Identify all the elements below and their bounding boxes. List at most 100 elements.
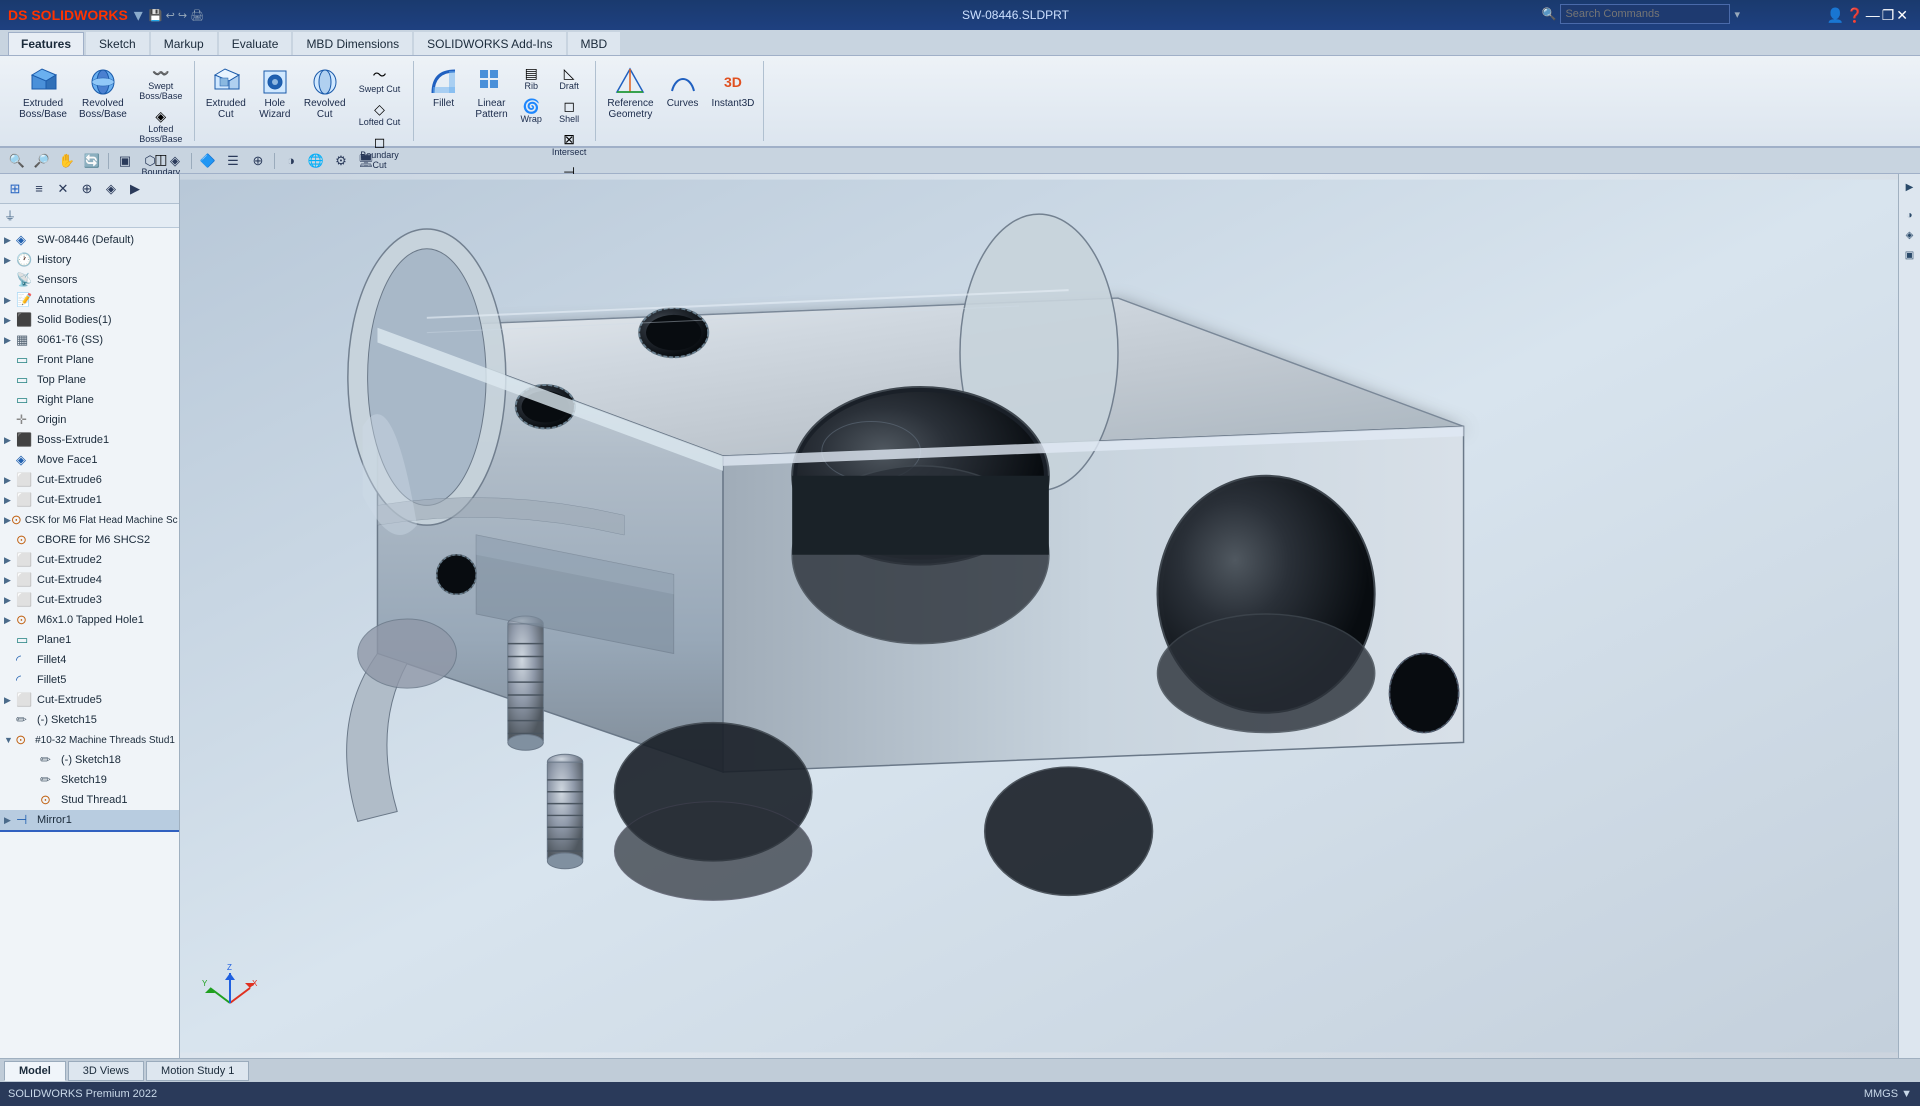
tree-item-root[interactable]: ▶ ◈ SW-08446 (Default) [0,230,179,250]
tree-item-sensors[interactable]: 📡 Sensors [0,270,179,290]
secondary-toolbar: 🔍 🔎 ✋ 🔄 ▣ ⬡ ◈ 🔷 ☰ ⊕ ◑ 🌐 ⚙ 🖥 [0,148,1920,174]
hide-show-button[interactable]: ☰ [222,150,244,172]
tree-item-plane1[interactable]: ▭ Plane1 [0,630,179,650]
hole-wizard-button[interactable]: HoleWizard [253,63,297,123]
tab-motion-study[interactable]: Motion Study 1 [146,1061,249,1081]
linear-pattern-button[interactable]: LinearPattern [470,63,514,123]
tree-item-material[interactable]: ▶ ▦ 6061-T6 (SS) [0,330,179,350]
close-button[interactable]: ✕ [1896,7,1908,24]
tab-markup[interactable]: Markup [151,32,217,55]
shell-button[interactable]: ◻ Shell [549,96,590,127]
section-view-button[interactable]: ◈ [164,150,186,172]
tree-item-cut-extrude1[interactable]: ▶ ⬜ Cut-Extrude1 [0,490,179,510]
minimize-button[interactable]: — [1866,7,1880,24]
display-manager-button[interactable]: ◈ [100,178,122,200]
tab-features[interactable]: Features [8,32,84,55]
lofted-cut-button[interactable]: ◇ Lofted Cut [353,99,407,130]
boss-extrude1-icon: ⬛ [16,432,34,448]
tree-item-boss-extrude1[interactable]: ▶ ⬛ Boss-Extrude1 [0,430,179,450]
swept-boss-base-button[interactable]: 〰️ Swept Boss/Base [134,63,188,104]
search-bar[interactable]: 🔍 ▾ [1542,4,1740,24]
rotate-button[interactable]: 🔄 [81,150,103,172]
reference-geometry-button[interactable]: ReferenceGeometry [604,63,656,123]
tab-sketch[interactable]: Sketch [86,32,149,55]
extruded-cut-button[interactable]: ExtrudedCut [203,63,249,123]
tree-item-csk[interactable]: ▶ ⊙ CSK for M6 Flat Head Machine Sc [0,510,179,530]
tree-item-cut-extrude6[interactable]: ▶ ⬜ Cut-Extrude6 [0,470,179,490]
front-plane-icon: ▭ [16,352,34,368]
tree-item-fillet4[interactable]: ◜ Fillet4 [0,650,179,670]
tree-item-cbore[interactable]: ⊙ CBORE for M6 SHCS2 [0,530,179,550]
tree-item-cut-extrude4[interactable]: ▶ ⬜ Cut-Extrude4 [0,570,179,590]
cut-extrude6-icon: ⬜ [16,472,34,488]
tree-item-origin[interactable]: ✛ Origin [0,410,179,430]
display-style-button[interactable]: 🔷 [197,150,219,172]
cut-extrude4-icon: ⬜ [16,572,34,588]
tapped-hole-icon: ⊙ [16,612,34,628]
view-orientation-button[interactable]: ⬡ [139,150,161,172]
tab-mbd[interactable]: MBD [568,32,621,55]
tree-item-stud-thread1[interactable]: ⊙ Stud Thread1 [0,790,179,810]
tree-item-cut-extrude3[interactable]: ▶ ⬜ Cut-Extrude3 [0,590,179,610]
edit-appearance-button[interactable]: ⊕ [247,150,269,172]
tree-item-cut-extrude2[interactable]: ▶ ⬜ Cut-Extrude2 [0,550,179,570]
extruded-boss-base-button[interactable]: Extruded Boss/Base [14,63,72,123]
tab-3d-views[interactable]: 3D Views [68,1061,144,1081]
intersect-button[interactable]: ⊠ Intersect [549,129,590,160]
tab-mbd-dimensions[interactable]: MBD Dimensions [293,32,412,55]
tree-item-move-face1[interactable]: ◈ Move Face1 [0,450,179,470]
viewport[interactable]: X Y Z [180,174,1898,1058]
tab-solidworks-addins[interactable]: SOLIDWORKS Add-Ins [414,32,565,55]
apply-scene-button[interactable]: ◑ [280,150,302,172]
cut-group: ExtrudedCut HoleWizard RevolvedCut [197,61,414,141]
config-manager-button[interactable]: ✕ [52,178,74,200]
separator3 [274,153,275,169]
tab-evaluate[interactable]: Evaluate [219,32,292,55]
dim-xpert-button[interactable]: ⊕ [76,178,98,200]
tree-item-sketch15[interactable]: ✏ (-) Sketch15 [0,710,179,730]
tree-item-solid-bodies[interactable]: ▶ ⬛ Solid Bodies(1) [0,310,179,330]
instant3d-button[interactable]: 3D Instant3D [709,63,758,112]
realview-button[interactable]: ⚙ [330,150,352,172]
zoom-to-fit-button[interactable]: 🔍 [6,150,28,172]
restore-button[interactable]: ❐ [1882,7,1895,24]
search-input[interactable] [1560,4,1730,24]
pan-button[interactable]: ✋ [56,150,78,172]
tree-item-mirror1[interactable]: ▶ ⊣ Mirror1 [0,810,179,832]
tree-item-fillet5[interactable]: ◜ Fillet5 [0,670,179,690]
user-icon[interactable]: 👤 [1827,7,1844,24]
curves-button[interactable]: Curves [661,63,705,112]
bottom-bar: Model 3D Views Motion Study 1 [0,1058,1920,1082]
view-settings-button[interactable]: 🌐 [305,150,327,172]
tree-item-machine-threads[interactable]: ▼ ⊙ #10-32 Machine Threads Stud1 [0,730,179,750]
zoom-in-button[interactable]: 🔎 [31,150,53,172]
tree-item-tapped-hole[interactable]: ▶ ⊙ M6x1.0 Tapped Hole1 [0,610,179,630]
display-states-button[interactable]: 🖥 [355,150,377,172]
tree-item-sketch18[interactable]: ✏ (-) Sketch18 [0,750,179,770]
swept-cut-button[interactable]: 〜 Swept Cut [353,63,407,97]
cut-extrude1-icon: ⬜ [16,492,34,508]
tree-item-right-plane[interactable]: ▭ Right Plane [0,390,179,410]
fillet-button[interactable]: Fillet [422,63,466,112]
tree-item-cut-extrude5[interactable]: ▶ ⬜ Cut-Extrude5 [0,690,179,710]
ribbon: Features Sketch Markup Evaluate MBD Dime… [0,30,1920,148]
help-icon[interactable]: ❓ [1846,7,1863,24]
wrap-button[interactable]: 🌀 Wrap [518,96,545,127]
tree-item-history[interactable]: ▶ 🕐 History [0,250,179,270]
tree-item-front-plane[interactable]: ▭ Front Plane [0,350,179,370]
fillet5-icon: ◜ [16,672,34,688]
rib-button[interactable]: ▤ Rib [518,63,545,94]
expand-button[interactable]: ▶ [124,178,146,200]
tree-item-annotations[interactable]: ▶ 📝 Annotations [0,290,179,310]
revolved-cut-button[interactable]: RevolvedCut [301,63,349,123]
lofted-boss-base-button[interactable]: ◈ Lofted Boss/Base [134,106,188,147]
sketch15-icon: ✏ [16,712,34,728]
tree-item-top-plane[interactable]: ▭ Top Plane [0,370,179,390]
feature-manager-button[interactable]: ⊞ [4,178,26,200]
standard-views-button[interactable]: ▣ [114,150,136,172]
tab-model[interactable]: Model [4,1061,66,1081]
draft-button[interactable]: ◺ Draft [549,63,590,94]
revolved-boss-base-button[interactable]: RevolvedBoss/Base [76,63,130,123]
property-manager-button[interactable]: ≡ [28,178,50,200]
tree-item-sketch19[interactable]: ✏ Sketch19 [0,770,179,790]
